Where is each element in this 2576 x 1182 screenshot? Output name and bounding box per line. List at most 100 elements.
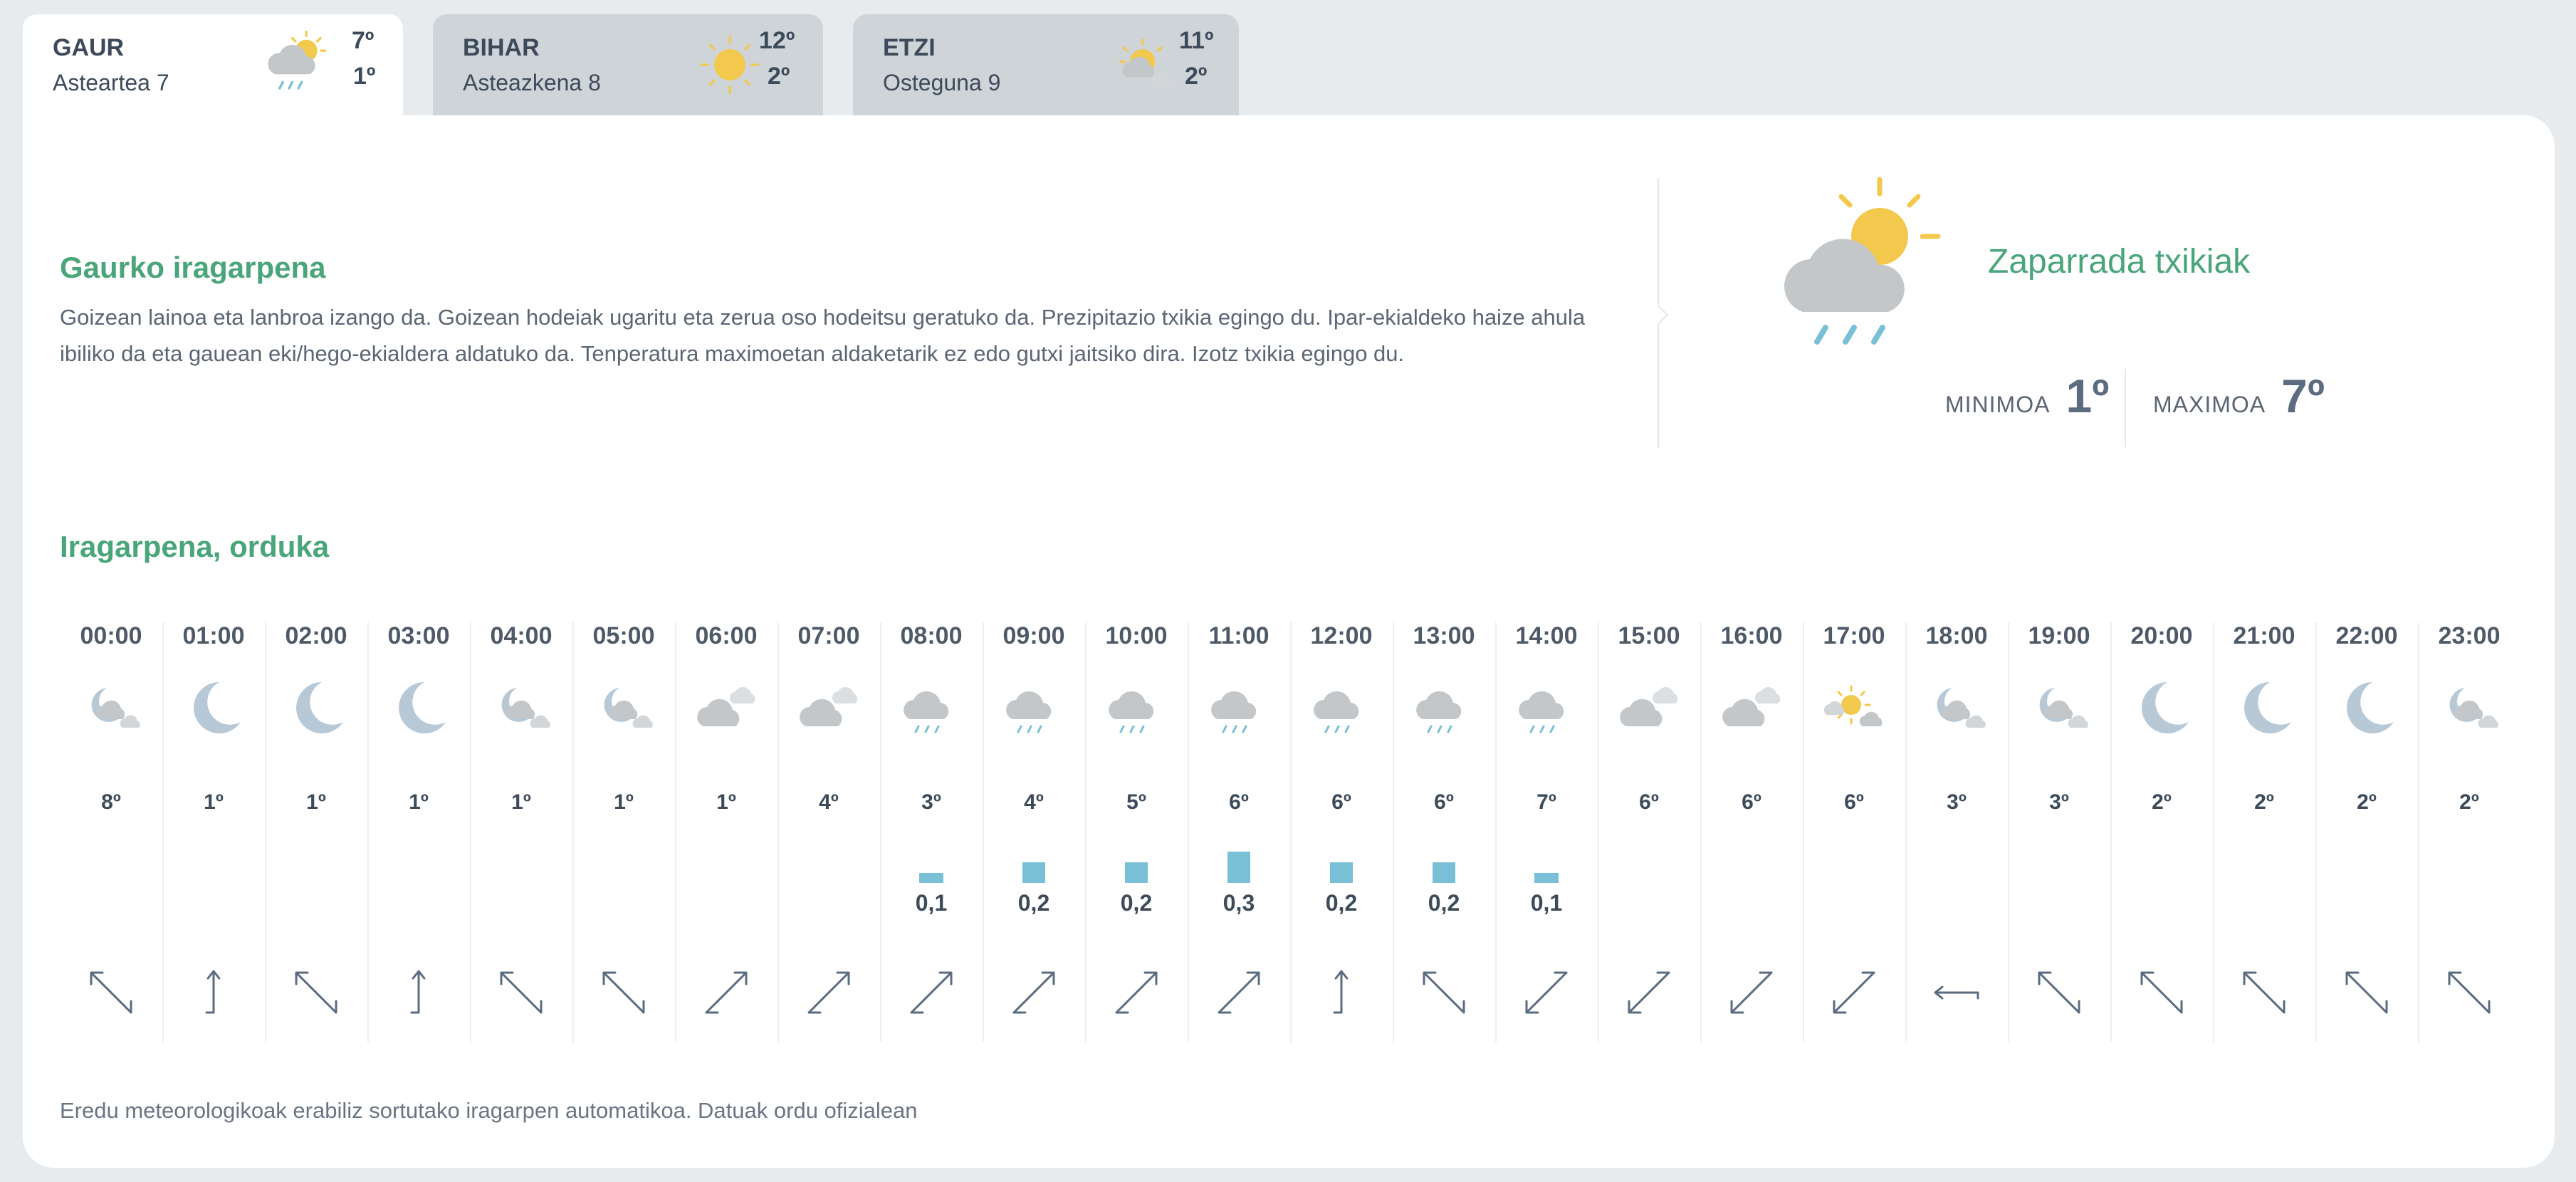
hour-column: 06:00 1º — [675, 622, 777, 1163]
wind-arrow-icon — [2140, 971, 2183, 1014]
hour-separator — [367, 622, 369, 1042]
wind-arrow-icon — [1423, 971, 1465, 1014]
hour-temperature: 2º — [2459, 790, 2479, 814]
hour-column: 18:00 3º — [1905, 622, 2008, 1163]
tab-day-after-date: Osteguna 9 — [883, 70, 1001, 95]
hour-separator — [1803, 622, 1804, 1042]
moon-cloud-icon — [501, 688, 550, 728]
tab-day-after[interactable]: ETZI Osteguna 9 11º 2º — [853, 14, 1239, 115]
hour-separator — [2418, 622, 2419, 1042]
precipitation-value: 0,1 — [1530, 890, 1563, 916]
tab-tomorrow-max: 12º — [759, 27, 795, 54]
sun-icon — [700, 35, 760, 95]
hour-separator — [162, 622, 164, 1042]
hour-time: 16:00 — [1720, 622, 1783, 649]
hour-column: 09:00 4º 0,2 — [983, 622, 1085, 1163]
hour-time: 13:00 — [1413, 622, 1475, 649]
wind-arrow-icon — [1115, 971, 1158, 1014]
min-label: MINIMOA — [1945, 392, 2051, 417]
wind-arrow-icon — [205, 970, 221, 1014]
min-value: 1º — [2065, 370, 2110, 422]
wind-arrow-icon — [705, 971, 748, 1014]
footer-note: Eredu meteorologikoak erabiliz sortutako… — [60, 1098, 918, 1123]
divider-notch — [1648, 304, 1669, 325]
hour-column: 08:00 3º 0,1 — [880, 622, 983, 1163]
hour-column: 03:00 1º — [367, 622, 470, 1163]
hour-time: 18:00 — [1925, 622, 1988, 649]
wind-arrow-icon — [410, 970, 426, 1014]
tab-day-after-min: 2º — [1185, 63, 1208, 90]
tab-today[interactable]: GAUR Asteartea 7 7º 1º — [23, 14, 403, 130]
wind-arrow-icon — [90, 971, 132, 1014]
hour-time: 00:00 — [80, 622, 142, 649]
hour-temperature: 1º — [306, 790, 326, 814]
moon-cloud-icon — [2039, 688, 2088, 728]
hour-column: 07:00 4º — [777, 622, 880, 1163]
cloud-icon — [697, 687, 755, 726]
hour-temperature: 2º — [2152, 790, 2172, 814]
cloud-icon — [800, 687, 858, 726]
hour-separator — [2110, 622, 2112, 1042]
cloud-rain-icon — [904, 691, 949, 733]
hour-temperature: 6º — [1742, 790, 1761, 814]
hour-temperature: 1º — [511, 790, 531, 814]
hour-separator — [572, 622, 574, 1042]
moon-icon — [194, 682, 241, 733]
hour-column: 17:00 6º — [1803, 622, 1905, 1163]
hour-time: 09:00 — [1002, 622, 1065, 649]
hour-time: 15:00 — [1618, 622, 1680, 649]
hour-separator — [1393, 622, 1394, 1042]
hour-separator — [470, 622, 471, 1042]
tab-day-after-max: 11º — [1179, 27, 1214, 54]
max-label: MAXIMOA — [2153, 392, 2266, 417]
hour-separator — [983, 622, 984, 1042]
cloud-rain-icon — [1211, 691, 1257, 733]
wind-arrow-icon — [807, 971, 850, 1014]
hour-temperature: 6º — [1331, 790, 1351, 814]
cloud-icon — [1620, 687, 1678, 726]
hour-time: 07:00 — [797, 622, 860, 649]
moon-cloud-icon — [91, 688, 140, 728]
wind-arrow-icon — [1012, 971, 1055, 1014]
cloud-rain-icon — [1006, 691, 1052, 733]
min-temperature: MINIMOA 1º — [1945, 369, 2109, 423]
wind-arrow-icon — [295, 971, 337, 1014]
hour-temperature: 6º — [1434, 790, 1454, 814]
wind-arrow-icon — [1333, 970, 1349, 1014]
hour-time: 17:00 — [1823, 622, 1885, 649]
tab-tomorrow[interactable]: BIHAR Asteazkena 8 12º 2º — [433, 14, 823, 115]
cloud-icon — [1722, 687, 1781, 726]
hour-column: 11:00 6º 0,3 — [1188, 622, 1290, 1163]
hour-time: 22:00 — [2335, 622, 2398, 649]
cloud-rain-icon — [1109, 691, 1154, 733]
hour-time: 11:00 — [1208, 622, 1269, 649]
hour-column: 22:00 2º — [2315, 622, 2418, 1163]
hour-temperature: 1º — [716, 790, 736, 814]
forecast-card: Gaurko iragarpena Goizean lainoa eta lan… — [23, 115, 2555, 1168]
hour-time: 19:00 — [2028, 622, 2090, 649]
hour-separator — [880, 622, 881, 1042]
wind-arrow-icon — [2448, 971, 2491, 1014]
wind-arrow-icon — [2345, 971, 2388, 1014]
hour-temperature: 3º — [2049, 790, 2069, 814]
tab-tomorrow-name: BIHAR — [463, 34, 540, 61]
hour-separator — [1905, 622, 1907, 1042]
moon-icon — [2244, 682, 2291, 733]
wind-arrow-icon — [1525, 971, 1568, 1014]
hour-time: 21:00 — [2233, 622, 2295, 649]
hour-time: 08:00 — [900, 622, 963, 649]
hour-temperature: 4º — [1024, 790, 1044, 814]
hour-time: 20:00 — [2130, 622, 2193, 649]
hour-temperature: 6º — [1229, 790, 1249, 814]
minmax-separator — [2125, 369, 2126, 447]
hour-time: 02:00 — [285, 622, 347, 649]
hour-time: 04:00 — [490, 622, 553, 649]
condition-label: Zaparrada txikiak — [1988, 243, 2251, 281]
wind-arrow-icon — [602, 971, 645, 1014]
hour-separator — [1598, 622, 1599, 1042]
wind-arrow-icon — [2243, 971, 2286, 1014]
hour-column: 19:00 3º — [2008, 622, 2110, 1163]
today-forecast-title: Gaurko iragarpena — [60, 251, 326, 284]
hour-separator — [265, 622, 266, 1042]
hour-separator — [2213, 622, 2214, 1042]
